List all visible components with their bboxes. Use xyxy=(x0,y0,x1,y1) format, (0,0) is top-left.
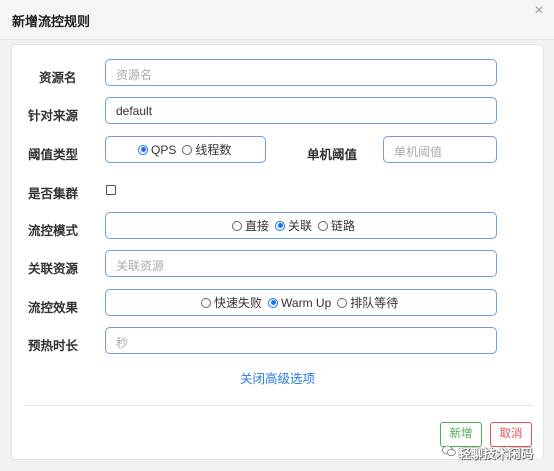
warmup-period-input[interactable]: 秒 xyxy=(105,327,497,354)
strategy-option-direct[interactable]: 直接 xyxy=(232,217,269,234)
close-advanced-options-link[interactable]: 关闭高级选项 xyxy=(240,368,315,387)
radio-icon[interactable] xyxy=(201,297,211,308)
single-threshold-input[interactable]: 单机阈值 xyxy=(383,136,497,163)
radio-selected-icon[interactable] xyxy=(138,144,148,155)
ref-resource-placeholder: 关联资源 xyxy=(116,259,165,273)
form-card: 资源名 资源名 针对来源 default 阈值类型 QPS 线程数 单机阈值 单… xyxy=(11,44,544,460)
resource-name-label: 资源名 xyxy=(39,71,77,85)
strategy-option-chain[interactable]: 链路 xyxy=(318,217,355,234)
control-behavior-radio-group: 快速失败 Warm Up 排队等待 xyxy=(105,289,497,316)
limit-app-value: default xyxy=(116,104,153,118)
radio-icon[interactable] xyxy=(182,144,193,155)
grade-option-label: 线程数 xyxy=(195,143,232,157)
strategy-option-label: 直接 xyxy=(245,219,270,233)
single-threshold-label: 单机阈值 xyxy=(307,148,358,162)
single-threshold-placeholder: 单机阈值 xyxy=(394,145,443,159)
limit-app-input[interactable]: default xyxy=(105,97,497,124)
watermark-text: 轻聊技术闲码 xyxy=(458,447,534,461)
strategy-label: 流控模式 xyxy=(28,224,79,238)
grade-option-label: QPS xyxy=(151,142,177,157)
resource-name-placeholder: 资源名 xyxy=(116,68,153,82)
strategy-option-label: 链路 xyxy=(331,219,356,233)
resource-name-input[interactable]: 资源名 xyxy=(105,59,497,86)
behavior-option-label: 快速失败 xyxy=(214,296,263,310)
behavior-option-label: 排队等待 xyxy=(350,296,399,310)
control-behavior-label: 流控效果 xyxy=(28,301,79,315)
warmup-period-placeholder: 秒 xyxy=(116,336,129,350)
footer-divider xyxy=(24,405,533,406)
radio-icon[interactable] xyxy=(232,220,242,231)
limit-app-label: 针对来源 xyxy=(28,109,79,123)
grade-radio-group: QPS 线程数 xyxy=(105,136,266,163)
cluster-mode-checkbox[interactable] xyxy=(106,185,116,195)
wechat-icon xyxy=(442,445,456,457)
close-icon[interactable]: × xyxy=(530,2,548,20)
strategy-option-relate[interactable]: 关联 xyxy=(275,217,312,234)
behavior-option-queue[interactable]: 排队等待 xyxy=(337,294,398,311)
warmup-period-label: 预热时长 xyxy=(28,339,79,353)
radio-icon[interactable] xyxy=(318,220,329,231)
radio-selected-icon[interactable] xyxy=(268,297,279,308)
radio-selected-icon[interactable] xyxy=(275,220,286,231)
strategy-radio-group: 直接 关联 链路 xyxy=(105,212,497,239)
strategy-option-label: 关联 xyxy=(288,219,313,233)
dialog-title: 新增流控规则 xyxy=(12,14,91,29)
behavior-option-warm-up[interactable]: Warm Up xyxy=(268,296,331,310)
grade-option-qps[interactable]: QPS xyxy=(138,143,176,157)
behavior-option-fast-fail[interactable]: 快速失败 xyxy=(201,294,262,311)
dialog-header: 新增流控规则 × xyxy=(0,0,554,40)
behavior-option-label: Warm Up xyxy=(281,295,332,310)
grade-option-thread[interactable]: 线程数 xyxy=(182,141,231,158)
ref-resource-label: 关联资源 xyxy=(28,262,79,276)
ref-resource-input[interactable]: 关联资源 xyxy=(105,250,497,277)
grade-label: 阈值类型 xyxy=(28,148,79,162)
radio-icon[interactable] xyxy=(337,297,348,308)
cluster-mode-label: 是否集群 xyxy=(28,187,79,201)
